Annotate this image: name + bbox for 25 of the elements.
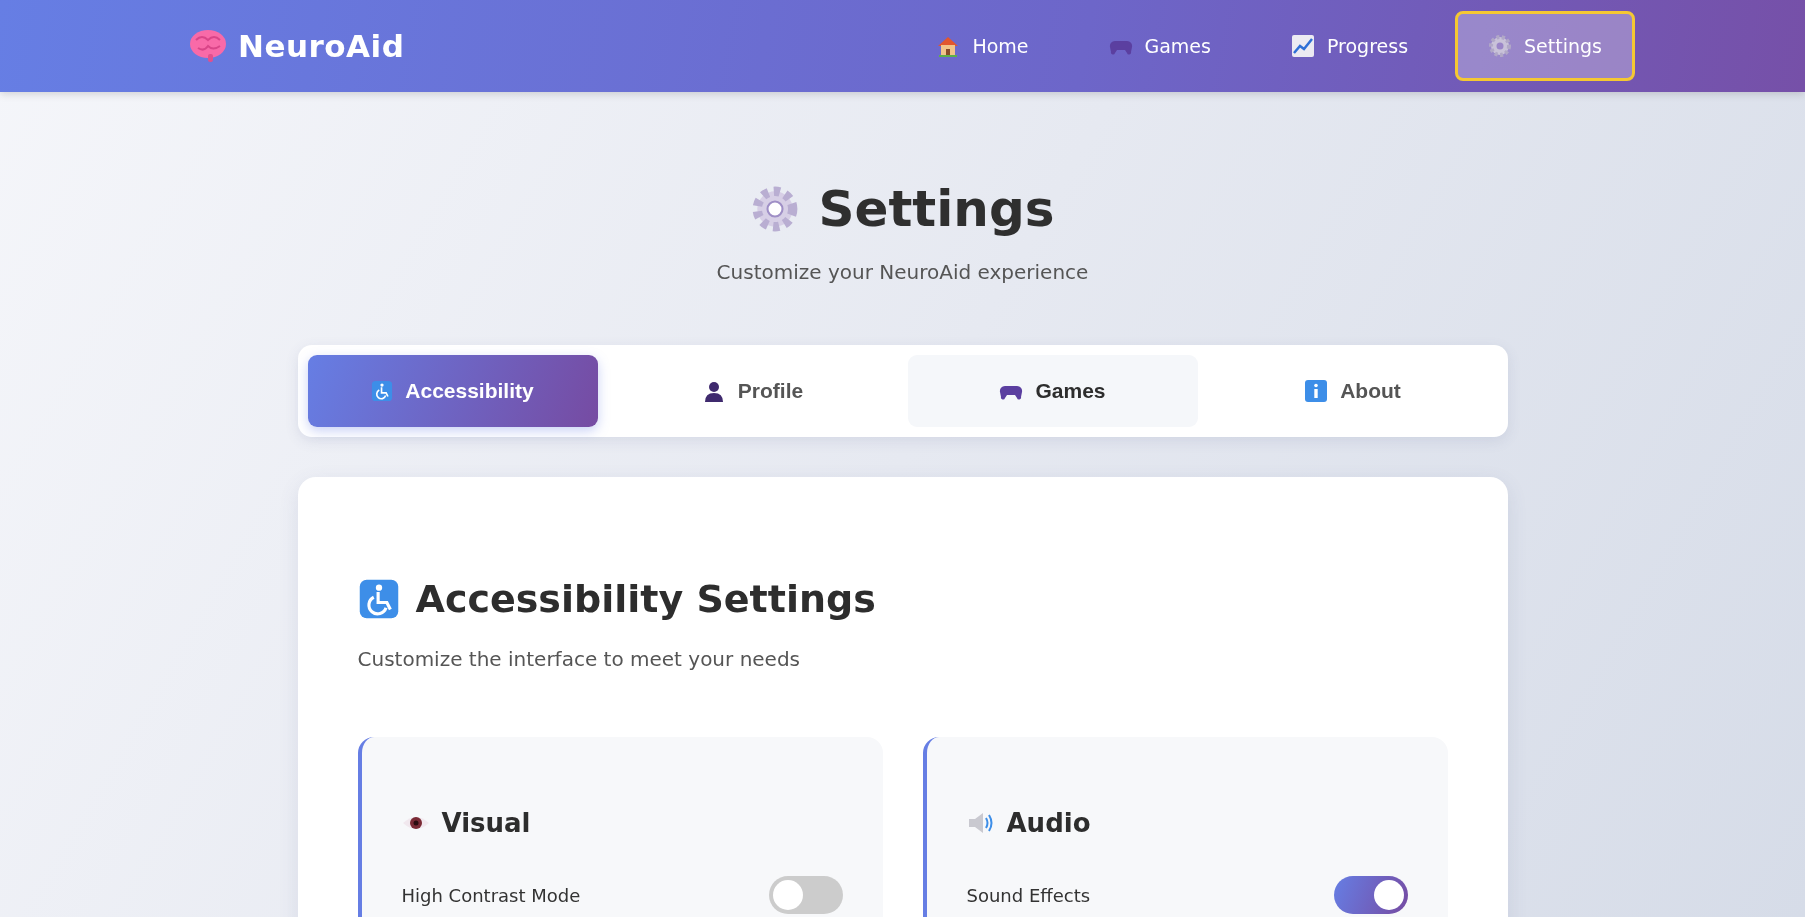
settings-tab[interactable]: Accessibility <box>307 355 598 427</box>
toggle-switch[interactable] <box>768 876 843 914</box>
card-title: Visual <box>441 808 531 838</box>
nav-link[interactable]: Settings <box>1455 11 1635 81</box>
setting-label: High Contrast Mode <box>401 884 581 906</box>
settings-tab[interactable]: Games <box>907 355 1198 427</box>
settings-tab[interactable]: About <box>1207 355 1498 427</box>
card-title: Audio <box>1006 808 1091 838</box>
section-description: Customize the interface to meet your needs <box>357 647 802 671</box>
section-title: Accessibility Settings <box>415 577 876 621</box>
brand-name[interactable]: NeuroAid <box>238 28 405 64</box>
chart-icon <box>1290 34 1315 58</box>
gear-icon <box>1488 34 1513 58</box>
settings-tab[interactable]: Profile <box>607 355 898 427</box>
nav-link[interactable]: Home <box>903 11 1062 81</box>
wheelchair-icon <box>371 380 394 402</box>
nav-link[interactable]: Games <box>1075 11 1244 81</box>
nav-link[interactable]: Progress <box>1257 11 1442 81</box>
setting-label: Sound Effects <box>966 884 1091 906</box>
speaker-icon <box>966 811 995 835</box>
page-subtitle: Customize your NeuroAid experience <box>716 260 1089 284</box>
info-icon <box>1304 379 1329 403</box>
page-title: Settings <box>818 180 1055 238</box>
toggle-switch[interactable] <box>1333 876 1408 914</box>
wheelchair-icon <box>357 578 400 620</box>
